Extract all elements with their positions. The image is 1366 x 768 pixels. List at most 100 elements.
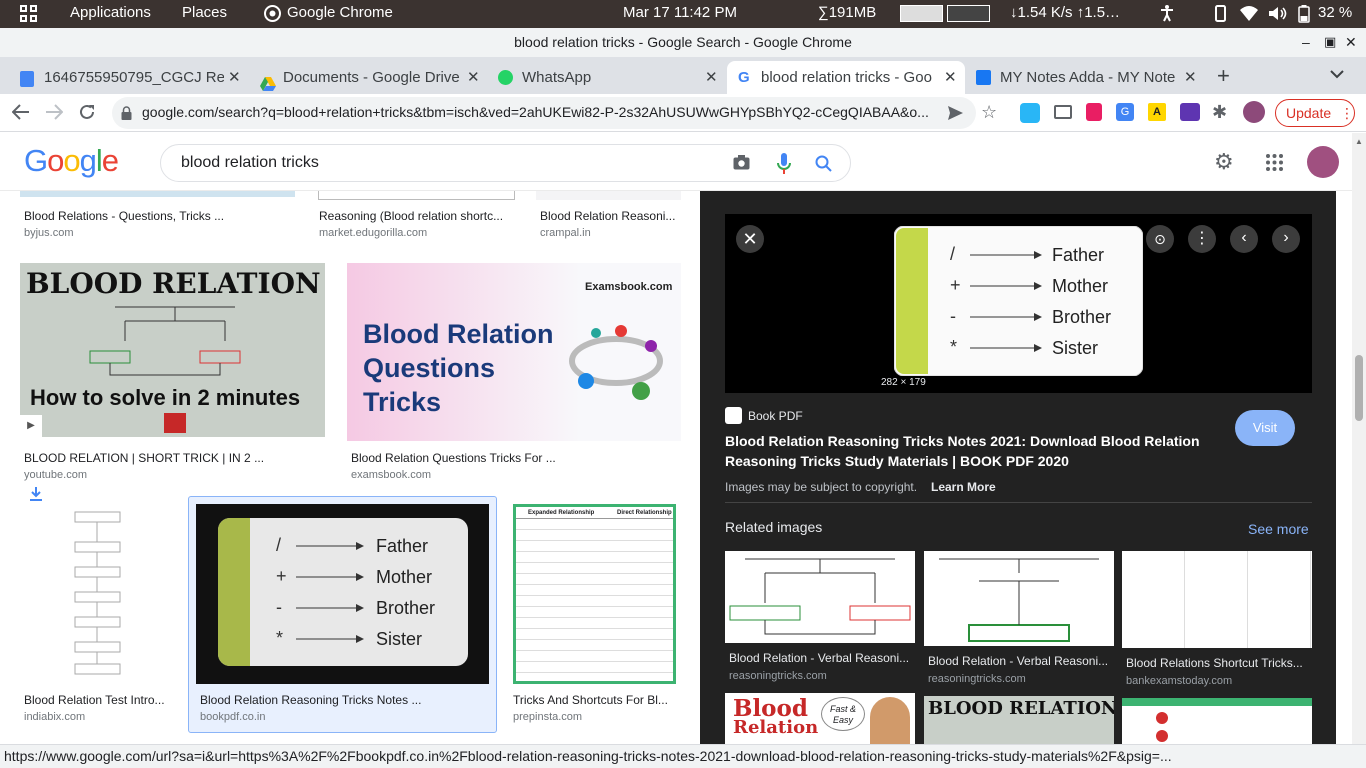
site-name[interactable]: Book PDF [748, 409, 803, 423]
bookmark-star-icon[interactable]: ☆ [981, 102, 997, 123]
tab-whatsapp[interactable]: WhatsApp ✕ [488, 61, 728, 94]
back-icon[interactable] [11, 104, 30, 123]
result-thumb-bookpdf[interactable]: / Father + Mother - Brother * Sister [196, 504, 489, 684]
camera-search-icon[interactable] [733, 155, 750, 173]
google-logo[interactable]: Google [24, 143, 119, 179]
next-image-icon[interactable]: › [1272, 225, 1300, 253]
voice-search-icon[interactable] [777, 153, 791, 178]
active-app-name[interactable]: Google Chrome [287, 4, 393, 21]
result-thumb-youtube[interactable]: BLOOD RELATION How to solve in 2 minutes… [20, 263, 325, 437]
wifi-icon[interactable] [1240, 5, 1258, 25]
result-caption[interactable]: Blood Relation Reasoni... [540, 209, 680, 223]
related-source[interactable]: reasoningtricks.com [928, 673, 1026, 685]
result-source[interactable]: bookpdf.co.in [200, 711, 265, 723]
forward-icon[interactable] [45, 104, 64, 123]
extensions-puzzle-icon[interactable]: ✱ [1212, 102, 1227, 123]
translate-icon[interactable]: G [1116, 103, 1134, 121]
volume-icon[interactable] [1268, 5, 1287, 26]
related-source[interactable]: reasoningtricks.com [729, 670, 827, 682]
page-scrollbar[interactable]: ▲ [1352, 133, 1366, 744]
lock-icon[interactable] [121, 106, 132, 123]
scrollbar-thumb[interactable] [1355, 355, 1363, 421]
close-tab-icon[interactable]: ✕ [944, 61, 957, 94]
related-thumb[interactable] [725, 551, 915, 643]
result-thumb[interactable] [536, 191, 681, 200]
clock[interactable]: Mar 17 11:42 PM [623, 4, 737, 21]
result-caption[interactable]: Blood Relation Questions Tricks For ... [351, 451, 676, 465]
result-caption[interactable]: Blood Relation Reasoning Tricks Notes ..… [200, 693, 485, 707]
extension-pen-icon[interactable] [1020, 103, 1040, 123]
lens-search-icon[interactable]: ⊙ [1146, 225, 1174, 253]
close-tab-icon[interactable]: ✕ [228, 61, 241, 94]
close-tab-icon[interactable]: ✕ [705, 61, 718, 94]
result-caption[interactable]: Reasoning (Blood relation shortc... [319, 209, 514, 223]
update-button[interactable]: Update ⋮ [1275, 99, 1355, 127]
minimize-button[interactable]: – [1302, 28, 1310, 57]
close-panel-button[interactable]: ✕ [736, 225, 764, 253]
tab-drive[interactable]: Documents - Google Drive ✕ [250, 61, 488, 94]
tab-mynotes[interactable]: MY Notes Adda - MY Note ✕ [966, 61, 1206, 94]
result-source[interactable]: indiabix.com [24, 711, 85, 723]
visit-button[interactable]: Visit [1235, 410, 1295, 446]
new-tab-button[interactable]: + [1217, 63, 1230, 89]
extension-bookmark-icon[interactable] [1086, 103, 1102, 121]
url-text[interactable]: google.com/search?q=blood+relation+trick… [142, 104, 942, 120]
extension-cast-icon[interactable] [1054, 105, 1072, 119]
tab-search-chevron-icon[interactable] [1330, 67, 1344, 82]
result-source[interactable]: youtube.com [24, 469, 87, 481]
maximize-button[interactable]: ▣ [1324, 27, 1336, 56]
more-options-icon[interactable]: ⋮ [1188, 225, 1216, 253]
result-source[interactable]: byjus.com [24, 227, 74, 239]
related-caption[interactable]: Blood Relation - Verbal Reasoni... [729, 651, 911, 665]
omnibox[interactable]: google.com/search?q=blood+relation+trick… [112, 97, 976, 129]
download-icon[interactable] [30, 487, 42, 504]
places-menu[interactable]: Places [182, 4, 227, 21]
google-account-avatar[interactable] [1307, 146, 1339, 178]
close-window-button[interactable]: ✕ [1345, 28, 1357, 57]
applications-menu[interactable]: Applications [70, 4, 151, 21]
phone-icon[interactable] [1215, 5, 1226, 26]
result-thumb-prepinsta[interactable]: Expanded Relationship Direct Relationshi… [513, 504, 676, 684]
previous-image-icon[interactable]: ‹ [1230, 225, 1258, 253]
scroll-up-icon[interactable]: ▲ [1355, 137, 1363, 146]
result-thumb-indiabix[interactable] [20, 504, 177, 682]
settings-gear-icon[interactable]: ⚙ [1214, 151, 1234, 173]
reload-icon[interactable] [78, 103, 96, 124]
accessibility-icon[interactable] [1160, 4, 1174, 26]
extension-graduation-icon[interactable] [1180, 103, 1200, 121]
related-source[interactable]: bankexamstoday.com [1126, 675, 1232, 687]
activities-grid-icon[interactable] [20, 5, 38, 27]
preview-image[interactable]: / Father + Mother - Brother * Sister [894, 226, 1143, 376]
result-thumb-examsbook[interactable]: Examsbook.com Blood Relation Questions T… [347, 263, 681, 441]
battery-icon[interactable] [1298, 5, 1310, 27]
search-icon[interactable] [815, 155, 832, 175]
search-box[interactable]: blood relation tricks [160, 144, 851, 182]
see-more-link[interactable]: See more [1248, 521, 1309, 537]
result-caption[interactable]: Blood Relation Test Intro... [24, 693, 174, 707]
related-thumb[interactable] [924, 551, 1114, 646]
search-input[interactable]: blood relation tricks [181, 154, 319, 172]
result-thumb[interactable] [318, 191, 515, 200]
related-caption[interactable]: Blood Relation - Verbal Reasoni... [928, 654, 1110, 668]
learn-more-link[interactable]: Learn More [931, 480, 996, 494]
result-source[interactable]: crampal.in [540, 227, 591, 239]
result-title[interactable]: Blood Relation Reasoning Tricks Notes 20… [725, 431, 1215, 471]
result-source[interactable]: market.edugorilla.com [319, 227, 427, 239]
related-thumb[interactable]: BLOOD RELATION [924, 696, 1114, 744]
tab-pdf[interactable]: 1646755950795_CGCJ Re ✕ [10, 61, 250, 94]
related-thumb[interactable] [1122, 698, 1312, 744]
related-thumb[interactable]: Blood Relation Fast & Easy [725, 693, 915, 744]
close-tab-icon[interactable]: ✕ [467, 61, 480, 94]
related-caption[interactable]: Blood Relations Shortcut Tricks... [1126, 656, 1310, 670]
result-source[interactable]: examsbook.com [351, 469, 431, 481]
send-icon[interactable] [948, 106, 963, 123]
result-thumb[interactable] [20, 191, 295, 197]
close-tab-icon[interactable]: ✕ [1184, 61, 1197, 94]
profile-avatar[interactable] [1243, 101, 1265, 123]
result-caption[interactable]: BLOOD RELATION | SHORT TRICK | IN 2 ... [24, 451, 319, 465]
tab-google-search[interactable]: G blood relation tricks - Goo ✕ [727, 61, 965, 94]
result-caption[interactable]: Blood Relations - Questions, Tricks ... [24, 209, 294, 223]
result-source[interactable]: prepinsta.com [513, 711, 582, 723]
result-caption[interactable]: Tricks And Shortcuts For Bl... [513, 693, 678, 707]
related-thumb[interactable] [1122, 551, 1312, 648]
